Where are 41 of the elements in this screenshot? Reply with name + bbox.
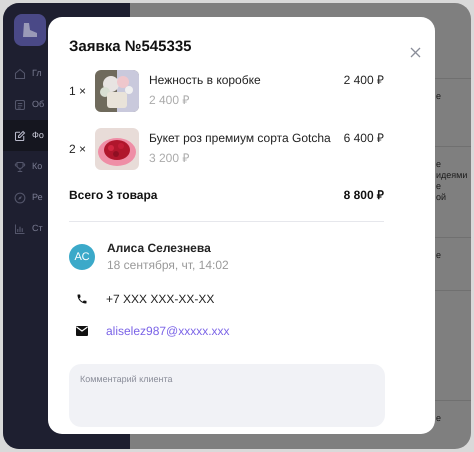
nav-item[interactable]: Фо — [3, 120, 48, 151]
item-total: 6 400 ₽ — [344, 130, 384, 146]
chart-icon — [14, 222, 26, 234]
email-link[interactable]: aliselez987@xxxxx.xxx — [106, 322, 230, 340]
compass-icon — [14, 192, 26, 204]
mail-icon — [76, 326, 88, 336]
item-quantity: 2 × — [69, 141, 88, 158]
row-text: е — [436, 159, 442, 170]
order-date: 18 сентября, чт, 14:02 — [107, 258, 229, 273]
nav-item[interactable]: Об — [3, 89, 48, 120]
avatar: АС — [69, 244, 95, 270]
app-logo[interactable] — [14, 14, 46, 46]
total-price: 8 800 ₽ — [344, 187, 384, 204]
document-icon — [14, 98, 26, 110]
item-name: Букет роз премиум сорта Gotcha — [149, 131, 332, 146]
comment-field[interactable]: Комментарий клиента — [69, 364, 385, 427]
nav-item[interactable]: Ре — [3, 182, 48, 213]
item-total: 2 400 ₽ — [344, 72, 384, 88]
phone-number: +7 XXX XXX-XX-XX — [106, 291, 214, 308]
boot-icon — [21, 22, 39, 38]
close-icon — [410, 46, 420, 58]
item-name: Нежность в коробке — [149, 73, 262, 88]
item-unit-price: 2 400 ₽ — [149, 93, 190, 108]
row-text: ой — [436, 192, 448, 203]
nav-item[interactable]: Гл — [3, 58, 48, 89]
row-text: идеями — [436, 170, 468, 181]
row-text: е — [436, 181, 442, 192]
row-text: е — [436, 413, 442, 424]
row-text: е — [436, 250, 442, 261]
total-label: Всего 3 товара — [69, 187, 158, 204]
nav-item[interactable]: Ко — [3, 151, 48, 182]
nav-item[interactable]: Ст — [3, 213, 48, 244]
trophy-icon — [14, 160, 26, 172]
customer-name: Алиса Селезнева — [107, 241, 212, 256]
row-text: е — [436, 91, 442, 102]
home-icon — [14, 68, 26, 80]
phone-icon — [76, 293, 88, 305]
dialog-title: Заявка №545335 — [69, 37, 193, 57]
item-unit-price: 3 200 ₽ — [149, 151, 190, 166]
item-quantity: 1 × — [69, 83, 88, 100]
edit-icon — [14, 130, 26, 142]
